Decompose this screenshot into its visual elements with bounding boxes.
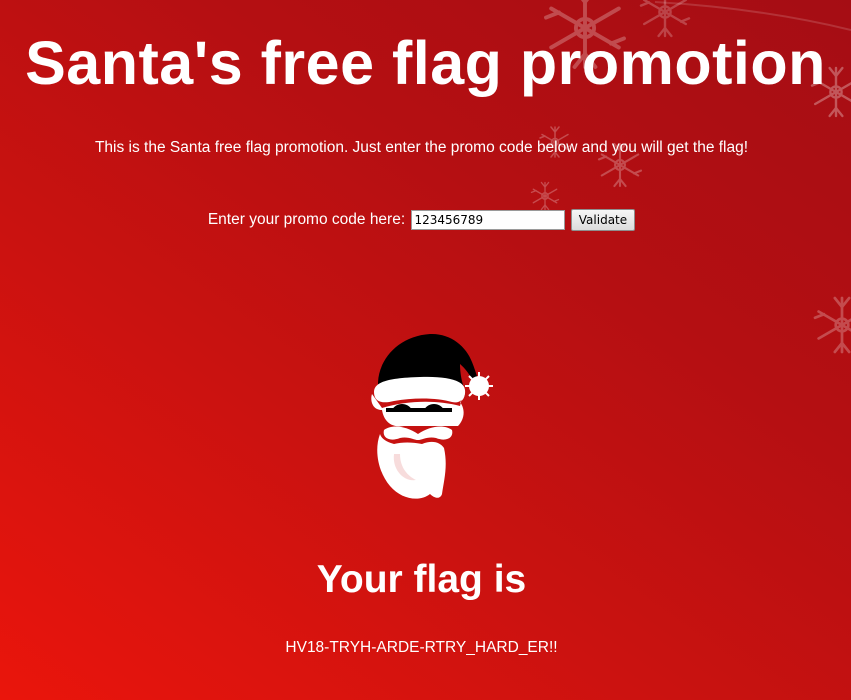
snowflake-icon bbox=[813, 296, 851, 354]
promo-form: Enter your promo code here: Validate bbox=[0, 209, 843, 231]
validate-button[interactable]: Validate bbox=[570, 209, 636, 231]
snowflake-icon bbox=[530, 181, 560, 211]
santa-face-icon bbox=[371, 333, 493, 499]
flag-heading: Your flag is bbox=[316, 558, 527, 601]
flag-value: HV18-TRYH-ARDE-RTRY_HARD_ER!! bbox=[285, 639, 558, 656]
promo-code-input[interactable] bbox=[411, 210, 566, 230]
promo-code-label: Enter your promo code here: bbox=[207, 211, 406, 228]
page-title: Santa's free flag promotion bbox=[25, 29, 826, 97]
intro-text: This is the Santa free flag promotion. J… bbox=[94, 139, 749, 156]
